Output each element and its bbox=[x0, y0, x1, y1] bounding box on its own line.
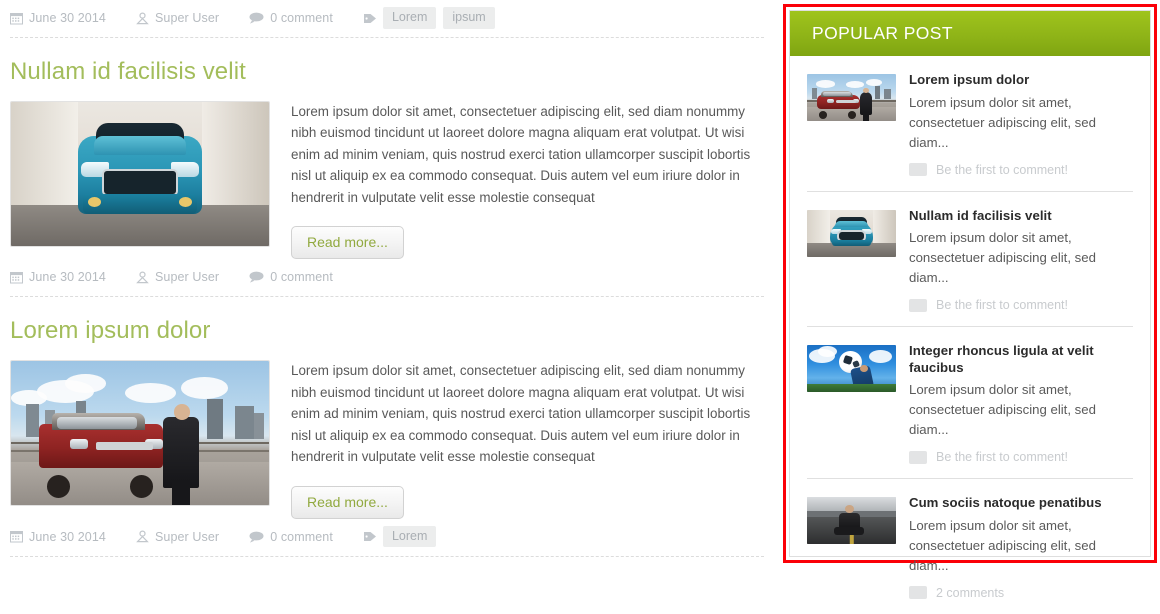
meta-tags: Lorem bbox=[363, 525, 443, 548]
calendar-icon bbox=[10, 12, 23, 25]
calendar-icon bbox=[10, 530, 23, 543]
list-item[interactable]: Nullam id facilisis velit Lorem ipsum do… bbox=[807, 192, 1133, 327]
popular-post-title: POPULAR POST bbox=[812, 23, 953, 43]
comment-icon bbox=[909, 586, 927, 599]
meta-bar-article-1: June 30 2014 Super User 0 comment bbox=[10, 259, 764, 289]
comment-icon bbox=[909, 450, 927, 464]
article-text-column: Lorem ipsum dolor sit amet, consectetuer… bbox=[270, 101, 764, 260]
post-thumbnail[interactable] bbox=[807, 497, 896, 544]
meta-tags: Lorem ipsum bbox=[363, 7, 502, 29]
list-item[interactable]: Lorem ipsum dolor Lorem ipsum dolor sit … bbox=[807, 56, 1133, 192]
meta-author: Super User bbox=[136, 11, 219, 25]
post-comment-label: Be the first to comment! bbox=[936, 162, 1068, 177]
article-title[interactable]: Lorem ipsum dolor bbox=[10, 317, 764, 346]
comment-bubble-icon bbox=[249, 531, 264, 543]
article-image[interactable] bbox=[10, 360, 270, 507]
post-title[interactable]: Cum sociis natoque penatibus bbox=[909, 495, 1133, 512]
post-excerpt: Lorem ipsum dolor sit amet, consectetuer… bbox=[909, 94, 1096, 150]
bottom-divider bbox=[10, 555, 764, 557]
calendar-icon bbox=[10, 271, 23, 284]
meta-author-label[interactable]: Super User bbox=[155, 270, 219, 284]
meta-author: Super User bbox=[136, 530, 219, 544]
comment-bubble-icon bbox=[249, 271, 264, 283]
user-icon bbox=[136, 530, 149, 543]
sidebar-column: POPULAR POST Lorem ipsum dolor Lorem ips… bbox=[778, 0, 1160, 600]
tag-pill[interactable]: Lorem bbox=[382, 525, 437, 548]
article: Lorem ipsum dolor Lorem ipsum dolor sit … bbox=[10, 297, 764, 519]
popular-post-list: Lorem ipsum dolor Lorem ipsum dolor sit … bbox=[790, 56, 1150, 614]
article-text-column: Lorem ipsum dolor sit amet, consectetuer… bbox=[270, 360, 764, 519]
article-body: Lorem ipsum dolor sit amet, consectetuer… bbox=[10, 100, 764, 260]
article-body: Lorem ipsum dolor sit amet, consectetuer… bbox=[10, 360, 764, 519]
meta-date-label: June 30 2014 bbox=[29, 529, 106, 544]
meta-date: June 30 2014 bbox=[10, 530, 106, 544]
post-content: Lorem ipsum dolor Lorem ipsum dolor sit … bbox=[909, 72, 1133, 177]
page-root: June 30 2014 Super User 0 comment Lorem bbox=[0, 0, 1160, 600]
post-comment-label: Be the first to comment! bbox=[936, 298, 1068, 312]
meta-comments-label: 0 comment bbox=[270, 11, 333, 25]
meta-bar-top: June 30 2014 Super User 0 comment Lorem bbox=[10, 0, 764, 30]
post-comment-label: Be the first to comment! bbox=[936, 450, 1068, 464]
post-excerpt: Lorem ipsum dolor sit amet, consectetuer… bbox=[909, 382, 1096, 437]
main-content-column: June 30 2014 Super User 0 comment Lorem bbox=[0, 0, 778, 567]
tag-pill[interactable]: ipsum bbox=[443, 7, 495, 29]
post-comment-row[interactable]: 2 comments bbox=[909, 586, 1133, 600]
article-title[interactable]: Nullam id facilisis velit bbox=[10, 58, 764, 87]
post-title[interactable]: Nullam id facilisis velit bbox=[909, 208, 1133, 225]
meta-date: June 30 2014 bbox=[10, 11, 106, 25]
post-excerpt: Lorem ipsum dolor sit amet, consectetuer… bbox=[909, 230, 1096, 285]
teal-suv-photo bbox=[11, 101, 269, 246]
tag-icon bbox=[363, 530, 377, 543]
read-more-button[interactable]: Read more... bbox=[291, 485, 404, 519]
meta-comments[interactable]: 0 comment bbox=[249, 530, 333, 544]
red-range-rover-thumb bbox=[807, 74, 896, 121]
post-title[interactable]: Lorem ipsum dolor bbox=[909, 72, 1133, 89]
post-comment-row[interactable]: Be the first to comment! bbox=[909, 298, 1133, 312]
article: Nullam id facilisis velit Lorem ipsum do… bbox=[10, 38, 764, 260]
article-text: Lorem ipsum dolor sit amet, consectetuer… bbox=[291, 103, 751, 205]
man-on-road-thumb bbox=[807, 497, 896, 544]
list-item[interactable]: Integer rhoncus ligula at velit faucibus… bbox=[807, 327, 1133, 479]
comment-bubble-icon bbox=[249, 12, 264, 24]
post-comment-row[interactable]: Be the first to comment! bbox=[909, 450, 1133, 464]
user-icon bbox=[136, 271, 149, 284]
comment-icon bbox=[909, 163, 927, 176]
red-range-rover-photo bbox=[11, 361, 269, 506]
soccer-sky-thumb bbox=[807, 345, 896, 392]
meta-comments-label: 0 comment bbox=[270, 529, 333, 544]
tag-pill[interactable]: Lorem bbox=[382, 7, 437, 29]
post-content: Nullam id facilisis velit Lorem ipsum do… bbox=[909, 208, 1133, 312]
post-comment-row[interactable]: Be the first to comment! bbox=[909, 163, 1133, 177]
post-comment-label: 2 comments bbox=[936, 585, 1005, 600]
meta-author-label[interactable]: Super User bbox=[155, 530, 219, 544]
post-title[interactable]: Integer rhoncus ligula at velit faucibus bbox=[909, 343, 1133, 376]
meta-date: June 30 2014 bbox=[10, 270, 106, 284]
post-thumbnail[interactable] bbox=[807, 74, 896, 121]
meta-comments-label: 0 comment bbox=[270, 270, 333, 285]
post-content: Cum sociis natoque penatibus Lorem ipsum… bbox=[909, 495, 1133, 600]
post-thumbnail[interactable] bbox=[807, 345, 896, 392]
article-text: Lorem ipsum dolor sit amet, consectetuer… bbox=[291, 363, 751, 465]
post-content: Integer rhoncus ligula at velit faucibus… bbox=[909, 343, 1133, 464]
article-image[interactable] bbox=[10, 100, 270, 247]
popular-post-header: POPULAR POST bbox=[790, 11, 1150, 56]
teal-suv-thumb bbox=[807, 209, 896, 257]
meta-comments[interactable]: 0 comment bbox=[249, 11, 333, 25]
comment-icon bbox=[909, 298, 927, 312]
meta-date-label: June 30 2014 bbox=[29, 270, 106, 285]
meta-comments[interactable]: 0 comment bbox=[249, 270, 333, 284]
post-thumbnail[interactable] bbox=[807, 209, 896, 257]
meta-date-label: June 30 2014 bbox=[29, 11, 106, 25]
popular-post-widget: POPULAR POST Lorem ipsum dolor Lorem ips… bbox=[789, 10, 1151, 600]
meta-author: Super User bbox=[136, 270, 219, 284]
user-icon bbox=[136, 11, 149, 25]
tag-icon bbox=[363, 12, 377, 25]
read-more-button[interactable]: Read more... bbox=[291, 226, 404, 260]
list-item[interactable]: Cum sociis natoque penatibus Lorem ipsum… bbox=[807, 479, 1133, 614]
meta-bar-article-2: June 30 2014 Super User 0 comment Lorem bbox=[10, 519, 764, 549]
meta-author-label[interactable]: Super User bbox=[155, 11, 219, 25]
